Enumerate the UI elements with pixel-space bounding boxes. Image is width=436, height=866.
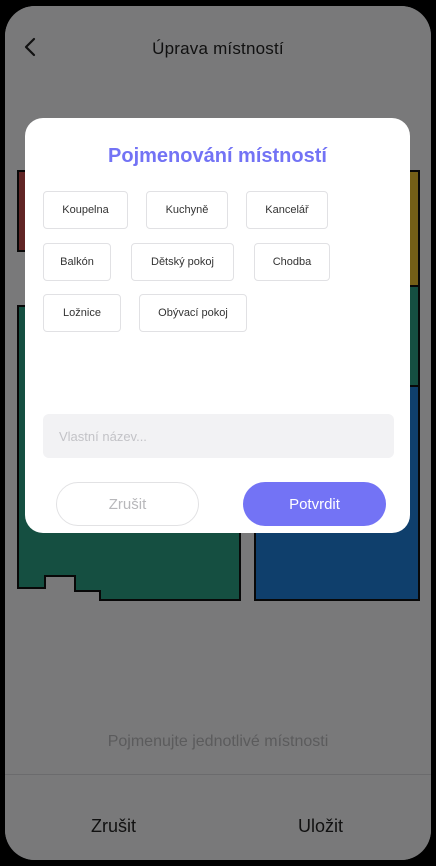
dialog-cancel-button[interactable]: Zrušit	[56, 482, 199, 526]
room-chip-koupelna[interactable]: Koupelna	[43, 191, 128, 229]
room-chip-chodba[interactable]: Chodba	[254, 243, 330, 281]
custom-name-input[interactable]	[43, 414, 394, 458]
room-chip-balkon[interactable]: Balkón	[43, 243, 111, 281]
dialog-confirm-button[interactable]: Potvrdit	[243, 482, 386, 526]
room-chip-kancelar[interactable]: Kancelář	[246, 191, 328, 229]
phone-frame: Úprava místností Pojmenujte jednotlivé m…	[0, 0, 436, 866]
room-chip-kuchyne[interactable]: Kuchyně	[146, 191, 228, 229]
room-chip-detsky-pokoj[interactable]: Dětský pokoj	[131, 243, 234, 281]
room-chip-obyvaci-pokoj[interactable]: Obývací pokoj	[139, 294, 247, 332]
room-naming-dialog: Pojmenování místností Koupelna Kuchyně K…	[25, 118, 410, 533]
dialog-title: Pojmenování místností	[108, 145, 327, 167]
screen: Úprava místností Pojmenujte jednotlivé m…	[5, 6, 431, 860]
room-chip-loznice[interactable]: Ložnice	[43, 294, 121, 332]
